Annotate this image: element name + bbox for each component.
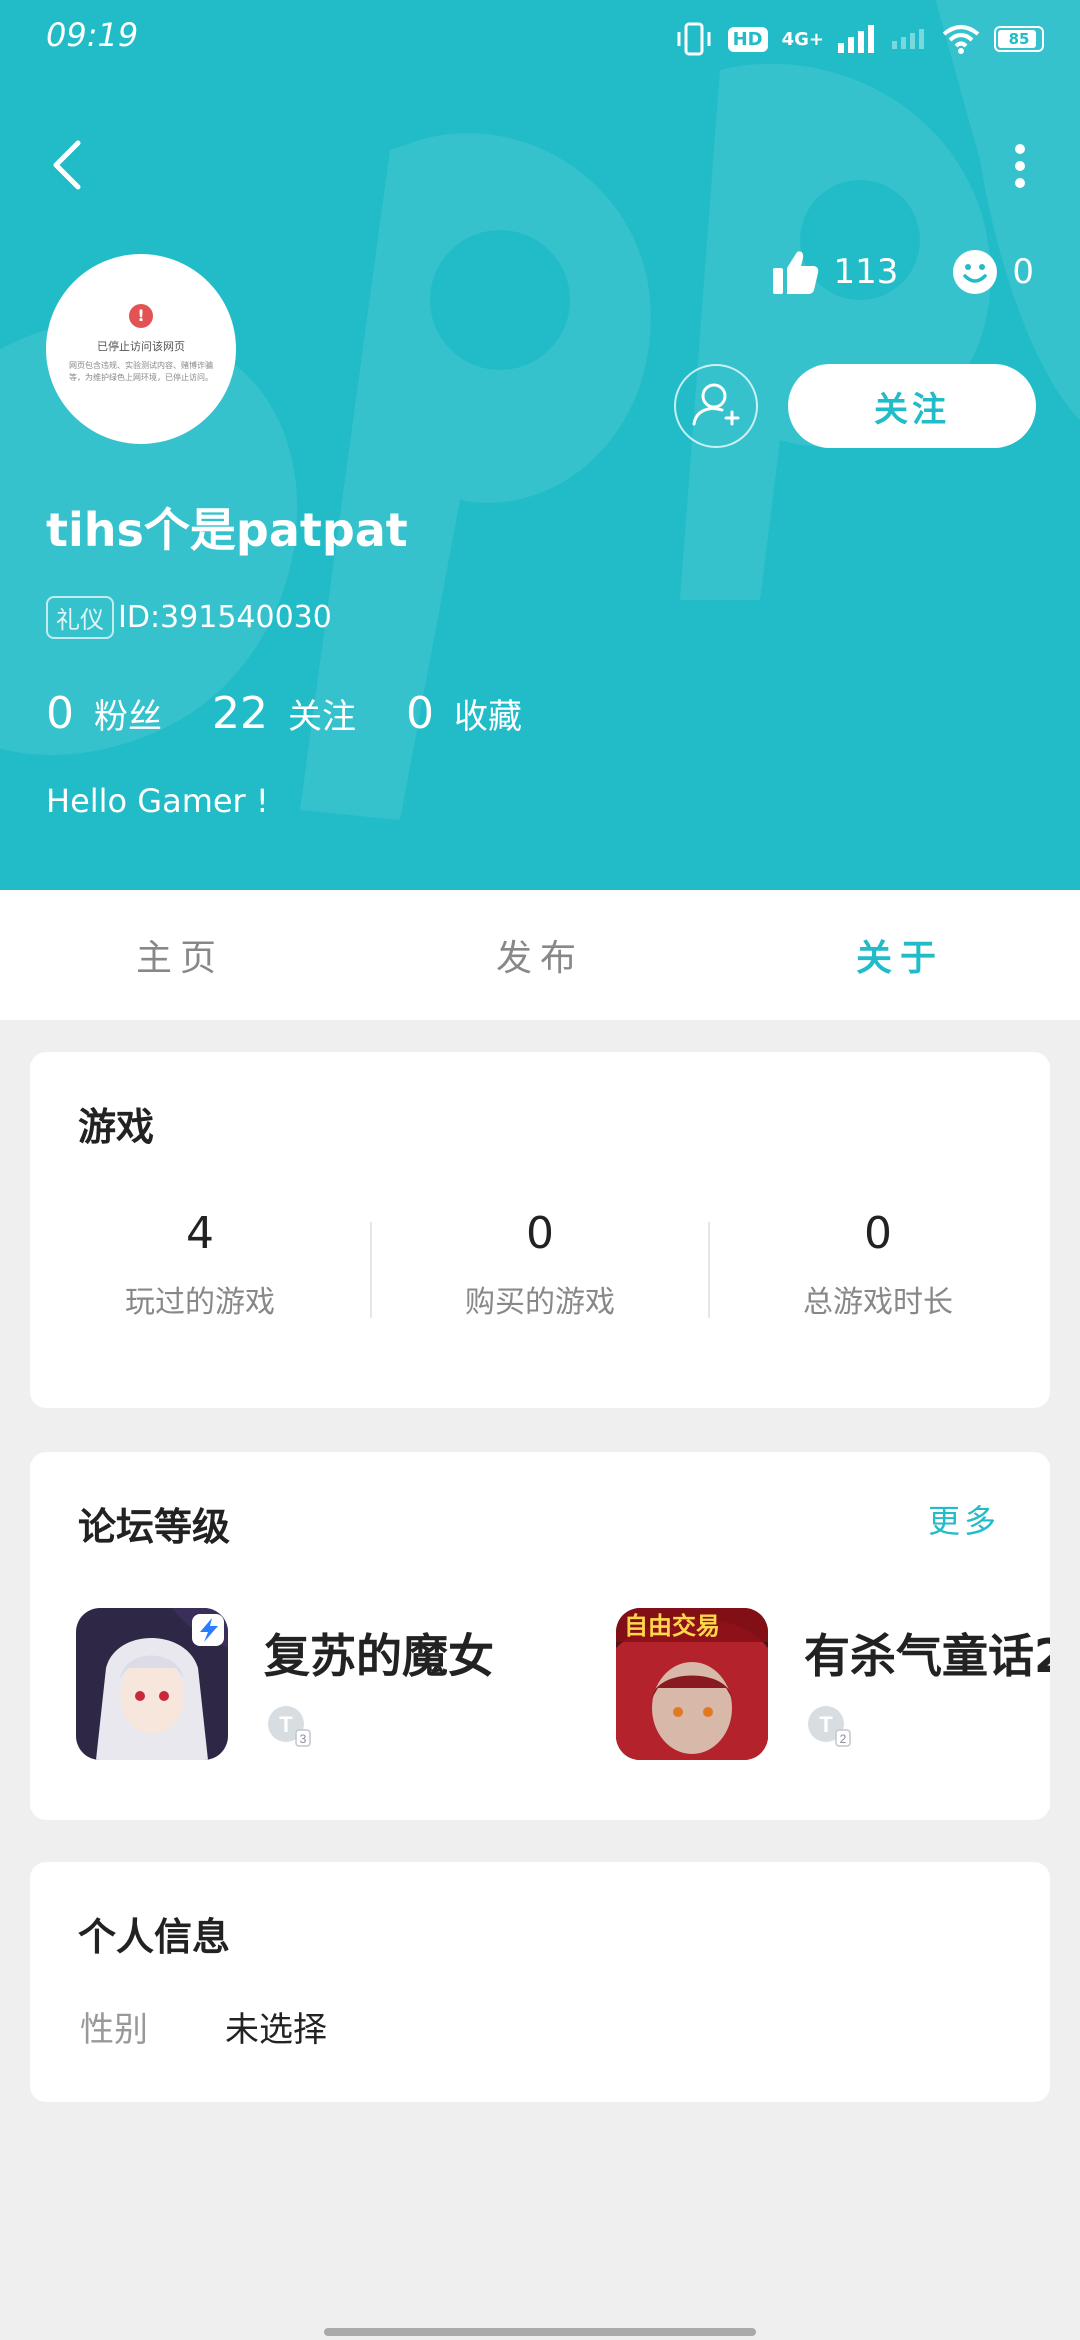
home-indicator[interactable] [324, 2328, 756, 2336]
status-time: 09:19 [46, 16, 139, 54]
likes-count: 113 [833, 252, 899, 292]
purchased-games-value: 0 [526, 1208, 554, 1259]
personal-info-card: 个人信息 性别 未选择 [30, 1862, 1050, 2102]
gender-row: 性别 未选择 [80, 2002, 327, 2051]
gender-value: 未选择 [225, 2010, 327, 2050]
playtime-label: 总游戏时长 [803, 1285, 953, 1320]
favorites-label[interactable]: 收藏 [454, 689, 522, 738]
username: tihs个是patpat [46, 503, 408, 557]
thumbs-up-icon [773, 251, 819, 294]
etiquette-badge[interactable]: 礼仪 [46, 596, 114, 639]
level-value: 2 [840, 1732, 847, 1746]
back-button[interactable] [40, 135, 100, 195]
more-link[interactable]: 更多 [928, 1496, 1000, 1542]
forum-name: 有杀气童话2 [804, 1629, 1050, 1683]
forum-name: 复苏的魔女 [264, 1629, 494, 1683]
profile-tabs: 主页 发布 关于 [0, 890, 1080, 1020]
level-value: 3 [300, 1732, 307, 1746]
tab-about[interactable]: 关于 [720, 890, 1080, 1020]
games-card: 游戏 4 玩过的游戏 0 购买的游戏 0 总游戏时长 [30, 1052, 1050, 1408]
level-badge-icon: T 3 [268, 1706, 311, 1747]
followers-label[interactable]: 粉丝 [94, 689, 162, 738]
tab-home[interactable]: 主页 [0, 890, 360, 1020]
profile-header: 09:19 HD 4G+ 85 ! 已停止访问该网页 网页包含违规、实验测试内容… [0, 0, 1080, 890]
signal-icon [838, 25, 874, 53]
games-card-title: 游戏 [78, 1105, 155, 1149]
following-label[interactable]: 关注 [288, 689, 356, 738]
level-badge-icon: T 2 [808, 1706, 851, 1747]
avatar-error-title: 已停止访问该网页 [97, 340, 185, 353]
playtime-value: 0 [864, 1208, 892, 1259]
played-games-label: 玩过的游戏 [125, 1285, 275, 1320]
smiles-stat[interactable]: 0 [952, 249, 1034, 295]
purchased-games-label: 购买的游戏 [465, 1285, 615, 1320]
svg-text:T: T [279, 1712, 293, 1737]
forum-level-card: 论坛等级 更多 复苏的魔女 T 3 自由交易 有杀气童话2 T 2 [30, 1452, 1050, 1820]
status-bar: 09:19 HD 4G+ 85 [0, 0, 1080, 80]
forum-card-title: 论坛等级 [78, 1505, 231, 1549]
smile-icon [953, 250, 998, 294]
user-id: ID:391540030 [118, 600, 332, 635]
played-games-value: 4 [186, 1208, 214, 1259]
follow-button[interactable]: 关注 [788, 364, 1036, 448]
personal-info-title: 个人信息 [78, 1915, 231, 1959]
network-type-icon: 4G+ [781, 28, 824, 50]
battery-icon: 85 [994, 26, 1044, 52]
game-icon-fairy-tale: 自由交易 [616, 1608, 768, 1760]
gender-label: 性别 [80, 2010, 148, 2050]
vibrate-icon [677, 22, 711, 56]
avatar-error-body: 网页包含违规、实验测试内容、赌博诈骗等，为维护绿色上网环境，已停止访问。 [69, 361, 213, 382]
svg-text:T: T [819, 1712, 833, 1737]
reaction-stats: 113 0 [771, 248, 1034, 296]
user-bio: Hello Gamer ! [46, 782, 269, 820]
add-user-icon [692, 383, 740, 426]
follow-stats: 0 粉丝 22 关注 0 收藏 [46, 688, 572, 739]
signal-weak-icon [892, 29, 924, 49]
played-games-stat[interactable]: 4 玩过的游戏 [30, 1208, 370, 1321]
add-friend-button[interactable] [674, 364, 758, 448]
game-icon-witch [76, 1608, 228, 1760]
tab-posts[interactable]: 发布 [360, 890, 720, 1020]
game-icon-caption: 自由交易 [624, 1612, 720, 1640]
more-options-button[interactable] [1000, 135, 1040, 195]
wifi-icon [942, 25, 980, 54]
purchased-games-stat[interactable]: 0 购买的游戏 [370, 1208, 710, 1321]
status-icons: HD 4G+ 85 [674, 22, 1044, 56]
playtime-stat[interactable]: 0 总游戏时长 [708, 1208, 1048, 1321]
following-count[interactable]: 22 [212, 688, 268, 739]
likes-stat[interactable]: 113 [771, 248, 898, 296]
user-id-row: 礼仪 ID:391540030 [46, 596, 332, 639]
favorites-count[interactable]: 0 [406, 688, 434, 739]
avatar[interactable]: ! 已停止访问该网页 网页包含违规、实验测试内容、赌博诈骗等，为维护绿色上网环境… [46, 254, 236, 444]
followers-count[interactable]: 0 [46, 688, 74, 739]
smiles-count: 0 [1012, 252, 1034, 292]
error-icon: ! [129, 304, 153, 328]
battery-level: 85 [1008, 30, 1030, 48]
hd-icon: HD [727, 26, 768, 52]
